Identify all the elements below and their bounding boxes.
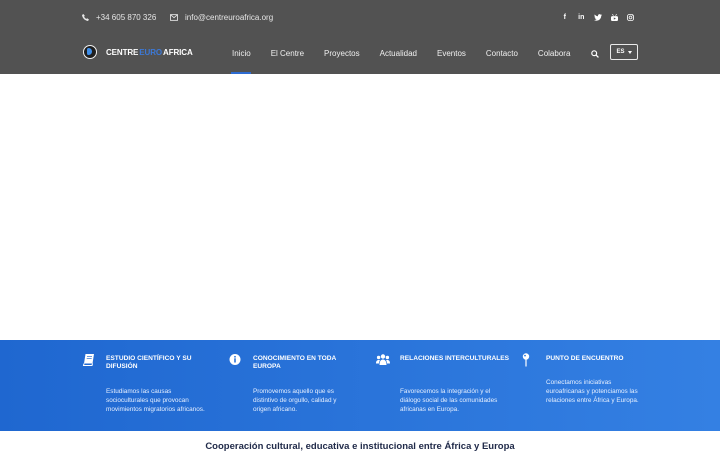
search-button[interactable]: [589, 47, 601, 59]
info-icon: [229, 354, 241, 365]
search-icon: [591, 50, 599, 58]
linkedin-icon[interactable]: in: [573, 11, 590, 23]
language-label: ES: [616, 49, 625, 55]
top-bar: +34 605 870 326 info@centreuroafrica.org…: [0, 0, 720, 32]
site-logo[interactable]: CENTREEUROAFRICA: [83, 44, 193, 60]
book-icon: [82, 354, 94, 366]
nav-inicio[interactable]: Inicio: [222, 32, 261, 74]
envelope-icon: [170, 13, 178, 21]
main-navbar: CENTREEUROAFRICA Inicio El Centre Proyec…: [0, 32, 720, 74]
phone-contact[interactable]: +34 605 870 326: [82, 11, 156, 23]
email-address: info@centreuroafrica.org: [185, 12, 274, 22]
nav-actualidad[interactable]: Actualidad: [370, 32, 427, 74]
site-header: +34 605 870 326 info@centreuroafrica.org…: [0, 0, 720, 74]
pin-icon: [522, 353, 530, 367]
phone-icon: [82, 13, 89, 21]
logo-text-centre: CENTRE: [106, 47, 139, 57]
feature-text: Favorecemos la integración y el diálogo …: [400, 388, 498, 413]
nav-el-centre[interactable]: El Centre: [261, 32, 314, 74]
section-title: Cooperación cultural, educativa e instit…: [205, 441, 515, 452]
main-menu: Inicio El Centre Proyectos Actualidad Ev…: [222, 32, 580, 74]
email-contact[interactable]: info@centreuroafrica.org: [170, 11, 273, 23]
youtube-icon[interactable]: [606, 11, 623, 23]
nav-eventos[interactable]: Eventos: [427, 32, 476, 74]
logo-text-africa: AFRICA: [163, 47, 193, 57]
feature-text: Promovemos aquello que es distintivo de …: [253, 388, 337, 413]
feature-text: Conectamos iniciativas euroafricanas y p…: [546, 379, 639, 404]
feature-text: Estudiamos las causas socioculturales qu…: [106, 388, 205, 413]
facebook-icon[interactable]: f: [557, 11, 574, 23]
phone-number: +34 605 870 326: [96, 12, 157, 22]
logo-text-euro: EURO: [139, 47, 163, 57]
feature-title: ESTUDIO CIENTÍFICO Y SU DIFUSIÓN: [106, 355, 192, 370]
instagram-shape: [627, 13, 635, 21]
caret-down-icon: [627, 50, 632, 54]
logo-text: CENTREEUROAFRICA: [106, 48, 193, 57]
language-selector[interactable]: ES: [610, 44, 638, 60]
social-links: f in: [557, 11, 640, 23]
feature-title: RELACIONES INTERCULTURALES: [400, 355, 510, 362]
twitter-bird-shape: [593, 13, 602, 21]
globe-logo-icon: [83, 45, 97, 59]
feature-title: CONOCIMIENTO EN TODA EUROPA: [253, 355, 337, 370]
feature-title: PUNTO DE ENCUENTRO: [546, 355, 624, 362]
youtube-shape: [610, 13, 618, 21]
nav-contacto[interactable]: Contacto: [476, 32, 528, 74]
features-band: ESTUDIO CIENTÍFICO Y SU DIFUSIÓN Estudia…: [0, 340, 720, 431]
nav-proyectos[interactable]: Proyectos: [314, 32, 370, 74]
twitter-icon[interactable]: [590, 11, 607, 23]
users-icon: [376, 354, 390, 365]
instagram-icon[interactable]: [623, 11, 640, 23]
nav-colabora[interactable]: Colabora: [528, 32, 580, 74]
